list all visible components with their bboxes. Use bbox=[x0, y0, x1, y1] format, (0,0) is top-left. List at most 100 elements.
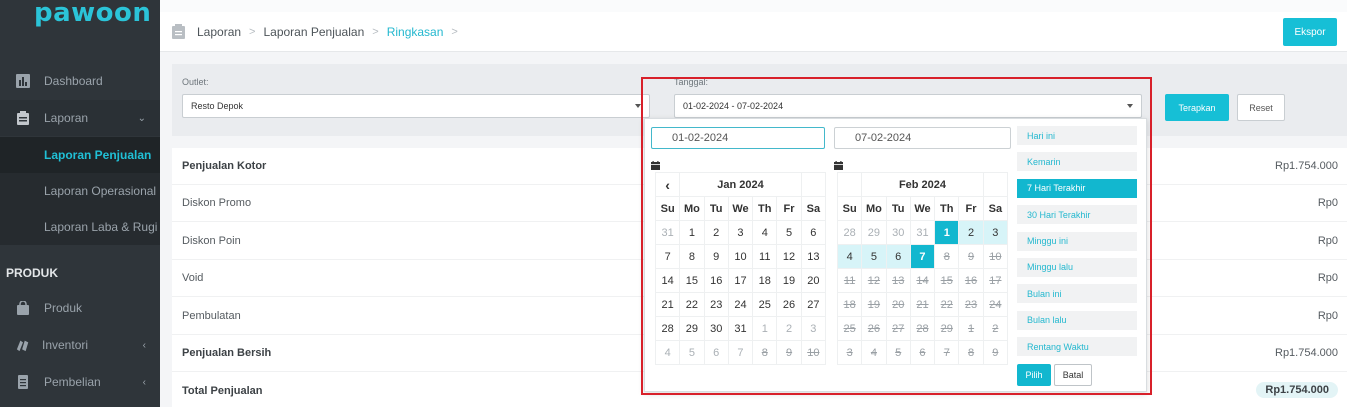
calendar-day[interactable]: 5 bbox=[776, 220, 802, 245]
sidebar-item-label: Dashboard bbox=[44, 74, 103, 88]
calendar-day[interactable]: 10 bbox=[727, 244, 754, 269]
range-option-custom[interactable]: Rentang Waktu bbox=[1017, 337, 1137, 357]
calendar-day[interactable]: 3 bbox=[982, 220, 1009, 245]
calendar-day[interactable]: 31 bbox=[727, 316, 754, 341]
range-option-last-7-days[interactable]: 7 Hari Terakhir bbox=[1017, 178, 1137, 198]
range-option-last-month[interactable]: Bulan lalu bbox=[1017, 310, 1137, 330]
calendar-day[interactable]: 26 bbox=[776, 292, 802, 317]
date-range-select[interactable]: 01-02-2024 - 07-02-2024 bbox=[674, 94, 1142, 118]
chart-icon bbox=[16, 74, 30, 88]
breadcrumb-item-laporan-penjualan[interactable]: Laporan Penjualan bbox=[263, 25, 364, 39]
calendar-day[interactable]: 1 bbox=[752, 316, 778, 341]
calendar-day[interactable]: 6 bbox=[885, 244, 911, 269]
calendar-day[interactable]: 22 bbox=[679, 292, 705, 317]
breadcrumb-item-laporan[interactable]: Laporan bbox=[197, 25, 241, 39]
end-date-value: 07-02-2024 bbox=[855, 132, 912, 144]
calendar-day[interactable]: 8 bbox=[679, 244, 705, 269]
range-option-today[interactable]: Hari ini bbox=[1017, 126, 1137, 145]
calendar-day[interactable]: 28 bbox=[654, 316, 681, 341]
sidebar-item-inventori[interactable]: Inventori ‹ bbox=[0, 327, 160, 363]
calendar-month-title: Feb 2024 bbox=[861, 172, 984, 197]
calendar-day: 7 bbox=[934, 340, 960, 365]
calendar-day[interactable]: 7 bbox=[727, 340, 754, 365]
calendar-day: 24 bbox=[982, 292, 1009, 317]
calendar-day[interactable]: 30 bbox=[703, 316, 729, 341]
calendar-day[interactable]: 31 bbox=[909, 220, 936, 245]
calendar-day[interactable]: 2 bbox=[776, 316, 802, 341]
calendar-day[interactable]: 7 bbox=[654, 244, 681, 269]
calendar-day[interactable]: 9 bbox=[703, 244, 729, 269]
calendar-day[interactable]: 4 bbox=[836, 244, 863, 269]
calendar-day[interactable]: 2 bbox=[703, 220, 729, 245]
calendar-day[interactable]: 12 bbox=[776, 244, 802, 269]
calendar-day[interactable]: 25 bbox=[752, 292, 778, 317]
calendar-header-spacer bbox=[800, 172, 827, 197]
apply-filter-button[interactable]: Terapkan bbox=[1165, 94, 1229, 121]
sidebar-item-produk[interactable]: Produk bbox=[0, 290, 160, 326]
sidebar-item-label: Pembelian bbox=[44, 375, 101, 389]
prev-month-button[interactable]: ‹ bbox=[654, 172, 681, 197]
calendar-day[interactable]: 29 bbox=[679, 316, 705, 341]
breadcrumb-item-ringkasan: Ringkasan bbox=[386, 24, 444, 39]
calendar-day[interactable]: 20 bbox=[800, 268, 827, 293]
calendar-day[interactable]: 31 bbox=[654, 220, 681, 245]
calendar-day[interactable]: 27 bbox=[800, 292, 827, 317]
range-option-this-month[interactable]: Bulan ini bbox=[1017, 284, 1137, 304]
calendar-day[interactable]: 16 bbox=[703, 268, 729, 293]
calendar-day[interactable]: 3 bbox=[727, 220, 754, 245]
reset-filter-button[interactable]: Reset bbox=[1237, 94, 1285, 121]
calendar-day[interactable]: 15 bbox=[679, 268, 705, 293]
calendar-day: 9 bbox=[776, 340, 802, 365]
calendar-day[interactable]: 11 bbox=[752, 244, 778, 269]
calendar-day: 26 bbox=[861, 316, 887, 341]
chevron-right-icon: > bbox=[451, 25, 458, 38]
app-logo[interactable]: pawoon bbox=[34, 0, 151, 28]
summary-value: Rp1.754.000 bbox=[1275, 347, 1338, 359]
end-date-input[interactable]: 07-02-2024 bbox=[834, 127, 1011, 149]
calendar-day[interactable]: 13 bbox=[800, 244, 827, 269]
calendar-day-selected-start[interactable]: 1 bbox=[934, 220, 960, 245]
calendar-day-selected-end[interactable]: 7 bbox=[909, 244, 936, 269]
apply-range-button[interactable]: Pilih bbox=[1017, 364, 1051, 386]
calendar-day[interactable]: 24 bbox=[727, 292, 754, 317]
calendar-day[interactable]: 17 bbox=[727, 268, 754, 293]
calendar-day[interactable]: 4 bbox=[654, 340, 681, 365]
calendar-day[interactable]: 6 bbox=[703, 340, 729, 365]
sidebar-item-dashboard[interactable]: Dashboard bbox=[0, 63, 160, 99]
top-strip bbox=[160, 0, 1347, 12]
calendar-day[interactable]: 19 bbox=[776, 268, 802, 293]
sidebar-subitem-laporan-operasional[interactable]: Laporan Operasional bbox=[0, 173, 160, 209]
calendar-day[interactable]: 28 bbox=[836, 220, 863, 245]
calendar-day[interactable]: 14 bbox=[654, 268, 681, 293]
calendar-day[interactable]: 23 bbox=[703, 292, 729, 317]
calendar-day[interactable]: 30 bbox=[885, 220, 911, 245]
export-button[interactable]: Ekspor bbox=[1283, 18, 1337, 46]
sidebar-subitem-laporan-penjualan[interactable]: Laporan Penjualan bbox=[0, 137, 160, 173]
calendar-day[interactable]: 2 bbox=[958, 220, 984, 245]
calendar-day[interactable]: 29 bbox=[861, 220, 887, 245]
calendar-day[interactable]: 18 bbox=[752, 268, 778, 293]
sidebar-item-label: Laporan bbox=[44, 111, 89, 125]
summary-value: Rp0 bbox=[1317, 235, 1338, 247]
calendar-day[interactable]: 3 bbox=[800, 316, 827, 341]
calendar-day[interactable]: 1 bbox=[679, 220, 705, 245]
range-option-last-week[interactable]: Minggu lalu bbox=[1017, 257, 1137, 277]
clipboard-icon bbox=[16, 111, 30, 125]
start-date-input[interactable]: 01-02-2024 bbox=[651, 127, 825, 149]
summary-label: Diskon Promo bbox=[182, 197, 252, 209]
sidebar-item-laporan[interactable]: Laporan ⌄ bbox=[0, 100, 160, 136]
calendar-day[interactable]: 4 bbox=[752, 220, 778, 245]
range-option-this-week[interactable]: Minggu ini bbox=[1017, 231, 1137, 251]
sidebar-subitem-laporan-laba-rugi[interactable]: Laporan Laba & Rugi bbox=[0, 209, 160, 245]
calendar-day[interactable]: 5 bbox=[679, 340, 705, 365]
range-option-yesterday[interactable]: Kemarin bbox=[1017, 152, 1137, 172]
calendar-day[interactable]: 6 bbox=[800, 220, 827, 245]
sidebar-item-pembelian[interactable]: Pembelian ‹ bbox=[0, 364, 160, 400]
weekday-header: Tu bbox=[885, 196, 911, 221]
outlet-select[interactable]: Resto Depok bbox=[182, 94, 650, 118]
calendar-day[interactable]: 21 bbox=[654, 292, 681, 317]
calendar-day[interactable]: 5 bbox=[861, 244, 887, 269]
range-option-last-30-days[interactable]: 30 Hari Terakhir bbox=[1017, 205, 1137, 225]
weekday-header: Mo bbox=[861, 196, 887, 221]
cancel-range-button[interactable]: Batal bbox=[1054, 364, 1092, 386]
